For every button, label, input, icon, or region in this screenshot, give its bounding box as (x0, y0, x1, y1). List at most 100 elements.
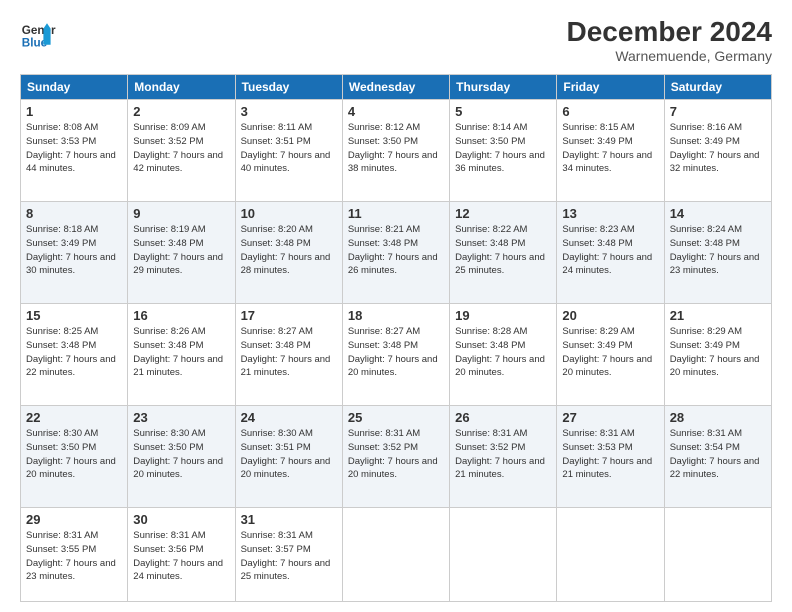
day-number: 10 (241, 206, 337, 221)
calendar-cell: 30 Sunrise: 8:31 AM Sunset: 3:56 PM Dayl… (128, 508, 235, 602)
day-number: 7 (670, 104, 766, 119)
calendar-cell: 19 Sunrise: 8:28 AM Sunset: 3:48 PM Dayl… (450, 304, 557, 406)
day-number: 5 (455, 104, 551, 119)
day-info: Sunrise: 8:08 AM Sunset: 3:53 PM Dayligh… (26, 121, 122, 176)
day-info: Sunrise: 8:26 AM Sunset: 3:48 PM Dayligh… (133, 325, 229, 380)
day-number: 29 (26, 512, 122, 527)
day-number: 3 (241, 104, 337, 119)
weekday-header: Sunday (21, 75, 128, 100)
day-info: Sunrise: 8:14 AM Sunset: 3:50 PM Dayligh… (455, 121, 551, 176)
calendar-cell: 6 Sunrise: 8:15 AM Sunset: 3:49 PM Dayli… (557, 100, 664, 202)
day-number: 28 (670, 410, 766, 425)
weekday-header: Saturday (664, 75, 771, 100)
day-number: 16 (133, 308, 229, 323)
day-info: Sunrise: 8:30 AM Sunset: 3:50 PM Dayligh… (26, 427, 122, 482)
day-number: 12 (455, 206, 551, 221)
day-info: Sunrise: 8:31 AM Sunset: 3:54 PM Dayligh… (670, 427, 766, 482)
title-block: December 2024 Warnemuende, Germany (567, 16, 772, 64)
day-info: Sunrise: 8:27 AM Sunset: 3:48 PM Dayligh… (348, 325, 444, 380)
calendar-cell: 29 Sunrise: 8:31 AM Sunset: 3:55 PM Dayl… (21, 508, 128, 602)
day-info: Sunrise: 8:20 AM Sunset: 3:48 PM Dayligh… (241, 223, 337, 278)
day-info: Sunrise: 8:29 AM Sunset: 3:49 PM Dayligh… (670, 325, 766, 380)
day-number: 22 (26, 410, 122, 425)
day-number: 15 (26, 308, 122, 323)
day-number: 30 (133, 512, 229, 527)
day-info: Sunrise: 8:27 AM Sunset: 3:48 PM Dayligh… (241, 325, 337, 380)
calendar-cell (450, 508, 557, 602)
calendar-cell: 15 Sunrise: 8:25 AM Sunset: 3:48 PM Dayl… (21, 304, 128, 406)
day-number: 4 (348, 104, 444, 119)
calendar-week-row: 15 Sunrise: 8:25 AM Sunset: 3:48 PM Dayl… (21, 304, 772, 406)
day-info: Sunrise: 8:16 AM Sunset: 3:49 PM Dayligh… (670, 121, 766, 176)
logo-icon: General Blue (20, 16, 56, 52)
calendar-cell: 12 Sunrise: 8:22 AM Sunset: 3:48 PM Dayl… (450, 202, 557, 304)
calendar-cell: 10 Sunrise: 8:20 AM Sunset: 3:48 PM Dayl… (235, 202, 342, 304)
calendar-cell: 16 Sunrise: 8:26 AM Sunset: 3:48 PM Dayl… (128, 304, 235, 406)
day-info: Sunrise: 8:31 AM Sunset: 3:52 PM Dayligh… (455, 427, 551, 482)
calendar-body: 1 Sunrise: 8:08 AM Sunset: 3:53 PM Dayli… (21, 100, 772, 602)
weekday-header: Monday (128, 75, 235, 100)
day-info: Sunrise: 8:31 AM Sunset: 3:53 PM Dayligh… (562, 427, 658, 482)
day-number: 14 (670, 206, 766, 221)
calendar-cell: 3 Sunrise: 8:11 AM Sunset: 3:51 PM Dayli… (235, 100, 342, 202)
day-info: Sunrise: 8:09 AM Sunset: 3:52 PM Dayligh… (133, 121, 229, 176)
day-number: 1 (26, 104, 122, 119)
calendar-cell: 27 Sunrise: 8:31 AM Sunset: 3:53 PM Dayl… (557, 406, 664, 508)
calendar-week-row: 29 Sunrise: 8:31 AM Sunset: 3:55 PM Dayl… (21, 508, 772, 602)
day-info: Sunrise: 8:21 AM Sunset: 3:48 PM Dayligh… (348, 223, 444, 278)
calendar-cell: 1 Sunrise: 8:08 AM Sunset: 3:53 PM Dayli… (21, 100, 128, 202)
day-info: Sunrise: 8:15 AM Sunset: 3:49 PM Dayligh… (562, 121, 658, 176)
calendar-week-row: 8 Sunrise: 8:18 AM Sunset: 3:49 PM Dayli… (21, 202, 772, 304)
weekday-header: Wednesday (342, 75, 449, 100)
weekday-header-row: SundayMondayTuesdayWednesdayThursdayFrid… (21, 75, 772, 100)
day-info: Sunrise: 8:11 AM Sunset: 3:51 PM Dayligh… (241, 121, 337, 176)
calendar-cell: 26 Sunrise: 8:31 AM Sunset: 3:52 PM Dayl… (450, 406, 557, 508)
day-number: 6 (562, 104, 658, 119)
day-number: 9 (133, 206, 229, 221)
location: Warnemuende, Germany (567, 48, 772, 64)
day-number: 21 (670, 308, 766, 323)
weekday-header: Thursday (450, 75, 557, 100)
day-info: Sunrise: 8:18 AM Sunset: 3:49 PM Dayligh… (26, 223, 122, 278)
page-header: General Blue December 2024 Warnemuende, … (20, 16, 772, 64)
day-number: 19 (455, 308, 551, 323)
calendar-cell: 24 Sunrise: 8:30 AM Sunset: 3:51 PM Dayl… (235, 406, 342, 508)
weekday-header: Friday (557, 75, 664, 100)
day-number: 26 (455, 410, 551, 425)
day-info: Sunrise: 8:25 AM Sunset: 3:48 PM Dayligh… (26, 325, 122, 380)
calendar-week-row: 22 Sunrise: 8:30 AM Sunset: 3:50 PM Dayl… (21, 406, 772, 508)
calendar-cell: 11 Sunrise: 8:21 AM Sunset: 3:48 PM Dayl… (342, 202, 449, 304)
calendar-cell: 25 Sunrise: 8:31 AM Sunset: 3:52 PM Dayl… (342, 406, 449, 508)
calendar-cell: 21 Sunrise: 8:29 AM Sunset: 3:49 PM Dayl… (664, 304, 771, 406)
calendar-cell (557, 508, 664, 602)
day-number: 25 (348, 410, 444, 425)
calendar-cell: 28 Sunrise: 8:31 AM Sunset: 3:54 PM Dayl… (664, 406, 771, 508)
day-number: 8 (26, 206, 122, 221)
month-title: December 2024 (567, 16, 772, 48)
calendar-week-row: 1 Sunrise: 8:08 AM Sunset: 3:53 PM Dayli… (21, 100, 772, 202)
svg-text:General: General (22, 24, 56, 37)
day-number: 23 (133, 410, 229, 425)
logo: General Blue (20, 16, 56, 52)
calendar-cell: 31 Sunrise: 8:31 AM Sunset: 3:57 PM Dayl… (235, 508, 342, 602)
calendar-cell: 23 Sunrise: 8:30 AM Sunset: 3:50 PM Dayl… (128, 406, 235, 508)
day-info: Sunrise: 8:30 AM Sunset: 3:50 PM Dayligh… (133, 427, 229, 482)
calendar-cell (664, 508, 771, 602)
day-info: Sunrise: 8:12 AM Sunset: 3:50 PM Dayligh… (348, 121, 444, 176)
day-number: 27 (562, 410, 658, 425)
day-number: 13 (562, 206, 658, 221)
calendar-cell: 13 Sunrise: 8:23 AM Sunset: 3:48 PM Dayl… (557, 202, 664, 304)
calendar-cell: 9 Sunrise: 8:19 AM Sunset: 3:48 PM Dayli… (128, 202, 235, 304)
day-number: 18 (348, 308, 444, 323)
calendar-cell: 5 Sunrise: 8:14 AM Sunset: 3:50 PM Dayli… (450, 100, 557, 202)
calendar-cell: 20 Sunrise: 8:29 AM Sunset: 3:49 PM Dayl… (557, 304, 664, 406)
day-info: Sunrise: 8:31 AM Sunset: 3:57 PM Dayligh… (241, 529, 337, 584)
calendar-cell: 8 Sunrise: 8:18 AM Sunset: 3:49 PM Dayli… (21, 202, 128, 304)
day-info: Sunrise: 8:24 AM Sunset: 3:48 PM Dayligh… (670, 223, 766, 278)
day-number: 31 (241, 512, 337, 527)
calendar-cell: 18 Sunrise: 8:27 AM Sunset: 3:48 PM Dayl… (342, 304, 449, 406)
day-info: Sunrise: 8:31 AM Sunset: 3:52 PM Dayligh… (348, 427, 444, 482)
day-number: 11 (348, 206, 444, 221)
day-number: 24 (241, 410, 337, 425)
day-info: Sunrise: 8:22 AM Sunset: 3:48 PM Dayligh… (455, 223, 551, 278)
